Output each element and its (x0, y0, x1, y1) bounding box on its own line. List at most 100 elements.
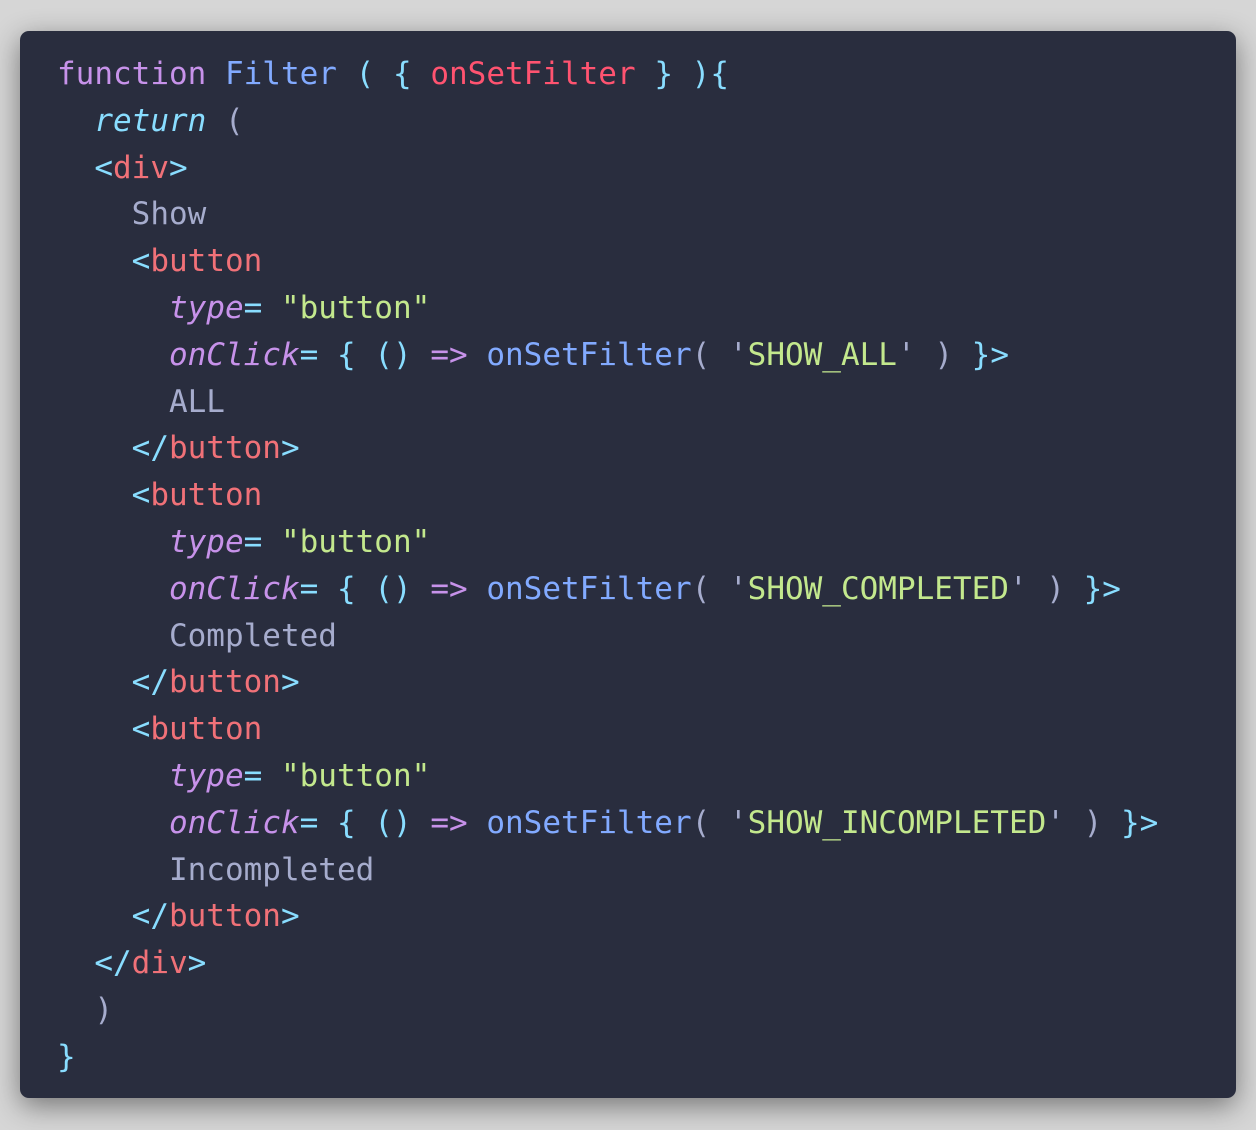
code-line: <button (57, 238, 1158, 285)
code-token: => (430, 570, 468, 607)
code-token: > (280, 898, 300, 935)
code-token: onClick (168, 804, 300, 841)
code-token: => (430, 804, 468, 841)
code-token: div (131, 945, 188, 982)
code-token: div (113, 149, 169, 186)
code-token: ALL (168, 383, 225, 420)
code-token: onSetFilter (486, 804, 692, 841)
code-token: Filter (224, 56, 337, 92)
code-token: ' (728, 804, 748, 841)
code-token: => (430, 336, 468, 373)
code-token: ' (1046, 804, 1065, 841)
code-line: type= "button" (57, 285, 1158, 332)
code-token: { (336, 336, 356, 373)
code-token: { (336, 804, 356, 841)
code-token: = (299, 804, 319, 841)
code-token: ' (728, 336, 748, 373)
code-token: button (150, 711, 263, 748)
code-line: ALL (57, 379, 1158, 426)
code-line: function Filter ( { onSetFilter } ){ (57, 51, 1158, 98)
code-token: type (168, 523, 244, 560)
code-line: onClick= { () => onSetFilter( 'SHOW_COMP… (57, 566, 1158, 613)
code-token: SHOW_ALL (747, 336, 897, 373)
code-token: ){ (691, 56, 729, 92)
code-token: button (150, 243, 263, 280)
code-token: button (168, 430, 281, 467)
code-token: () (374, 804, 412, 841)
code-line: </button> (57, 893, 1158, 940)
code-line: type= "button" (57, 519, 1158, 566)
code-line: Incompleted (57, 847, 1158, 894)
code-token: { (392, 56, 412, 92)
code-token: Completed (168, 617, 337, 654)
code-token: = (243, 523, 263, 560)
code-token: onSetFilter (486, 570, 692, 607)
code-token: </ (131, 430, 169, 467)
code-token: "button" (280, 757, 431, 794)
code-line: onClick= { () => onSetFilter( 'SHOW_ALL'… (57, 332, 1158, 379)
code-token: () (374, 570, 412, 607)
code-token: < (94, 149, 113, 186)
code-token: > (169, 149, 188, 186)
code-token: = (243, 757, 263, 794)
code-token: SHOW_INCOMPLETED (747, 804, 1047, 841)
code-line: Completed (57, 613, 1158, 660)
code-token: function (57, 56, 207, 92)
code-token: < (131, 477, 151, 514)
code-token: ( (691, 570, 711, 607)
code-token: button (150, 477, 263, 514)
code-line: </div> (57, 940, 1158, 987)
code-token: ' (896, 336, 916, 373)
code-token: button (168, 664, 281, 701)
code-token: "button" (280, 289, 431, 326)
code-line: <div> (57, 145, 1158, 192)
code-token: }> (1083, 570, 1121, 607)
code-token: ) (94, 991, 113, 1028)
code-token: = (243, 289, 263, 326)
code-token: ( (691, 804, 711, 841)
code-line: <button (57, 472, 1158, 519)
code-token: onSetFilter (486, 336, 692, 373)
code-window: function Filter ( { onSetFilter } ){ ret… (20, 31, 1236, 1098)
code-token: > (280, 430, 300, 467)
code-line: ) (57, 987, 1158, 1034)
code-token: </ (131, 898, 169, 935)
code-token: "button" (280, 523, 431, 560)
code-token: ) (934, 336, 953, 373)
code-token: </ (131, 664, 169, 701)
